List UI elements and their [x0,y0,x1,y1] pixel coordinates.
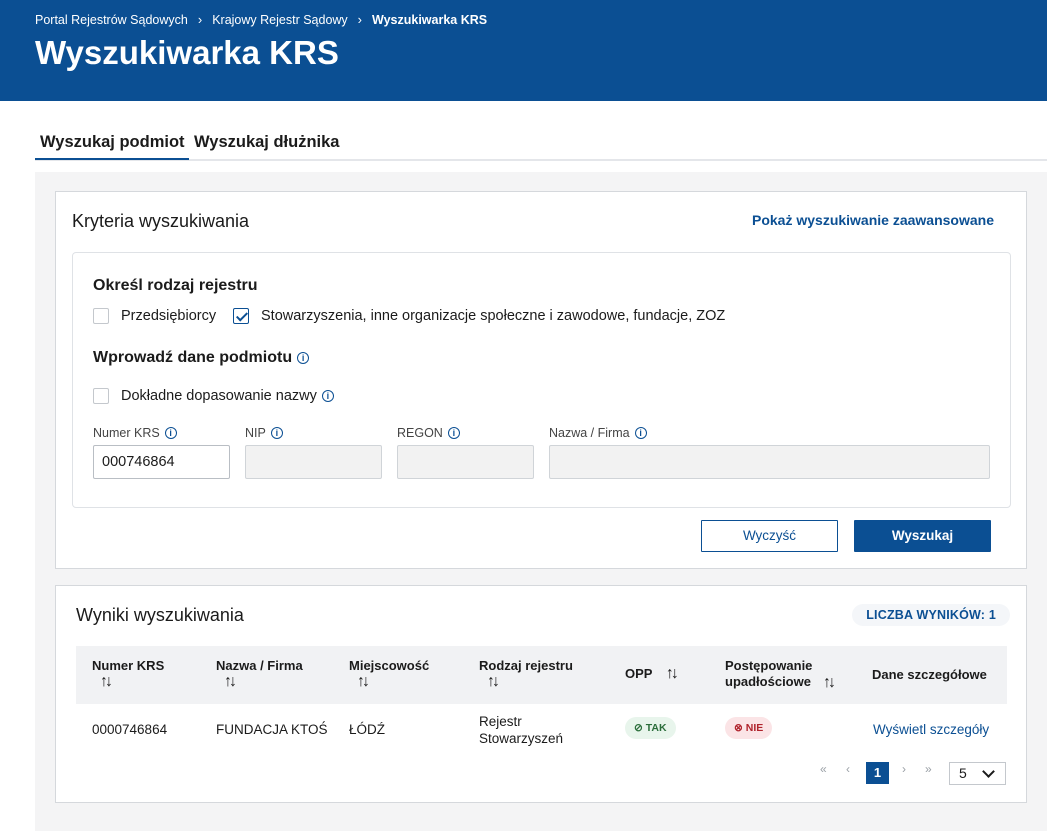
check-circle-icon: ⊘ [634,722,643,734]
breadcrumb: Portal Rejestrów Sądowych › Krajowy Reje… [35,12,487,27]
info-icon[interactable]: i [321,390,334,402]
prev-page-icon[interactable]: ‹ [846,762,850,776]
checkbox-associations[interactable] [233,308,249,324]
column-header-label: Nazwa / Firma [216,658,303,673]
entity-data-heading-text: Wprowadź dane podmiotu [93,349,293,366]
bankruptcy-status-badge: ⊗ NIE [725,717,773,739]
sort-icon[interactable]: ↑↓ [487,674,573,690]
checkbox-entrepreneurs[interactable] [93,308,109,324]
chevron-right-icon: › [197,12,203,27]
criteria-title: Kryteria wyszukiwania [72,211,250,231]
name-input[interactable] [549,445,990,479]
sort-icon[interactable]: ↑↓ [100,674,164,690]
results-table-header: Numer KRS ↑↓ Nazwa / Firma ↑↓ Miejscowoś… [76,646,1007,704]
tab-search-entity[interactable]: Wyszukaj podmiot [35,133,189,160]
tab-search-debtor[interactable]: Wyszukaj dłużnika [194,133,340,160]
checkbox-label: Dokładne dopasowanie nazwy [121,388,317,404]
krs-label: Numer KRS i [93,426,177,440]
name-label-text: Nazwa / Firma [549,426,630,440]
register-type-heading: Określ rodzaj rejestru [93,277,258,294]
info-icon[interactable]: i [164,427,177,439]
info-icon[interactable]: i [634,427,647,439]
breadcrumb-item-portal[interactable]: Portal Rejestrów Sądowych [35,13,188,27]
register-option-associations[interactable]: Stowarzyszenia, inne organizacje społecz… [233,308,725,324]
name-label: Nazwa / Firma i [549,426,647,440]
page-header: Portal Rejestrów Sądowych › Krajowy Reje… [0,0,1047,101]
krs-label-text: Numer KRS [93,426,160,440]
search-criteria-card: Kryteria wyszukiwania Pokaż wyszukiwanie… [55,191,1027,569]
advanced-search-link[interactable]: Pokaż wyszukiwanie zaawansowane [752,212,994,228]
sort-icon[interactable]: ↑↓ [224,674,303,690]
bankruptcy-status-text: NIE [745,722,764,734]
sort-icon[interactable]: ↑↓ [357,674,429,690]
page-size-value: 5 [959,765,967,781]
details-link[interactable]: Wyświetl szczegóły [873,721,989,738]
chevron-down-icon [982,765,995,778]
checkbox-label: Stowarzyszenia, inne organizacje społecz… [261,308,726,324]
exact-match-option[interactable]: Dokładne dopasowanie nazwy i [93,388,334,404]
regon-label: REGON i [397,426,460,440]
checkbox-label: Przedsiębiorcy [121,308,217,324]
search-button[interactable]: Wyszukaj [854,520,991,552]
next-page-icon[interactable]: › [902,762,906,776]
criteria-panel: Określ rodzaj rejestru Przedsiębiorcy St… [72,252,1011,508]
regon-label-text: REGON [397,426,443,440]
search-results-card: Wyniki wyszukiwania LICZBA WYNIKÓW: 1 Nu… [55,585,1027,803]
last-page-icon[interactable]: » [925,762,932,776]
column-header-label: Postępowanie upadłościowe [725,658,813,689]
column-header-bankruptcy[interactable]: Postępowanie upadłościowe [725,658,825,690]
cell-krs: 0000746864 [92,722,168,737]
clear-button[interactable]: Wyczyść [701,520,838,552]
nip-label-text: NIP [245,426,266,440]
first-page-icon[interactable]: « [820,762,827,776]
results-title: Wyniki wyszukiwania [76,605,244,625]
page-size-select[interactable]: 5 [949,762,1006,785]
column-header-details: Dane szczegółowe [872,667,987,682]
page-number-button[interactable]: 1 [866,762,889,784]
column-header-city[interactable]: Miejscowość ↑↓ [349,658,429,690]
cell-name: FUNDACJA KTOŚ [216,722,328,737]
checkbox-exact-match[interactable] [93,388,109,404]
column-header-label: Miejscowość [349,658,430,673]
sort-icon[interactable]: ↑↓ [666,665,679,682]
info-icon[interactable]: i [447,427,460,439]
entity-data-heading: Wprowadź dane podmiotu i [93,349,310,367]
cell-city: ŁÓDŹ [349,722,386,737]
nip-label: NIP i [245,426,283,440]
info-icon[interactable]: i [270,427,283,439]
sort-icon[interactable]: ↑↓ [823,674,836,692]
cell-register: Rejestr Stowarzyszeń [479,714,564,746]
column-header-register[interactable]: Rodzaj rejestru ↑↓ [479,658,573,690]
breadcrumb-item-current: Wyszukiwarka KRS [372,12,488,27]
info-icon[interactable]: i [297,352,310,364]
breadcrumb-item-krs[interactable]: Krajowy Rejestr Sądowy [212,13,347,27]
opp-status-badge: ⊘ TAK [625,717,676,739]
regon-input[interactable] [397,445,534,479]
column-header-label: OPP [625,666,653,681]
register-option-entrepreneurs[interactable]: Przedsiębiorcy [93,308,216,324]
krs-input[interactable]: 000746864 [93,445,230,479]
page-title: Wyszukiwarka KRS [35,34,339,71]
opp-status-text: TAK [645,722,667,734]
x-circle-icon: ⊗ [734,722,743,734]
column-header-label: Numer KRS [92,658,165,673]
search-tabs: Wyszukaj podmiot Wyszukaj dłużnika [35,127,1047,161]
column-header-name[interactable]: Nazwa / Firma ↑↓ [216,658,303,690]
column-header-label: Rodzaj rejestru [479,658,573,673]
nip-input[interactable] [245,445,382,479]
column-header-opp[interactable]: OPP ↑↓ [625,665,679,682]
column-header-krs[interactable]: Numer KRS ↑↓ [92,658,164,690]
chevron-right-icon: › [357,12,363,27]
results-count-badge: LICZBA WYNIKÓW: 1 [852,604,1010,626]
